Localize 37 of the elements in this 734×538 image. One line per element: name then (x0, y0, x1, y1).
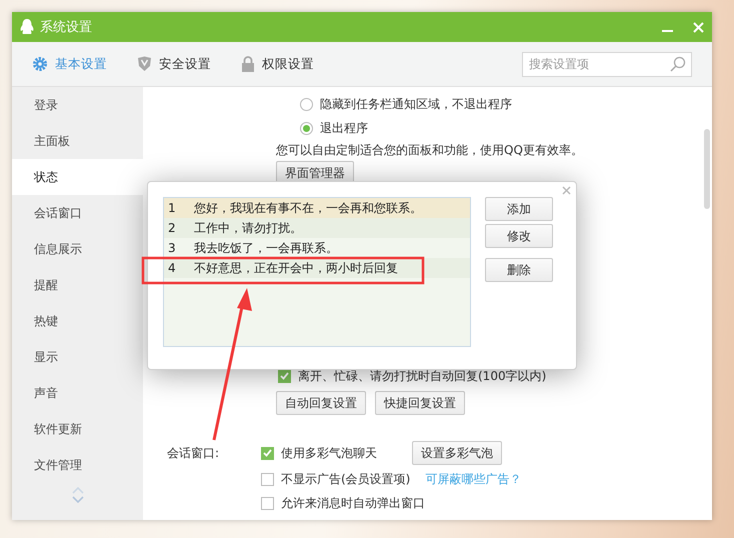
shield-icon (137, 56, 152, 72)
reply-list-item[interactable]: 4 不好意思，正在开会中，两小时后回复 (164, 258, 470, 278)
radio-label: 隐藏到任务栏通知区域，不退出程序 (320, 96, 512, 112)
search-field[interactable]: 搜索设置项 (522, 52, 692, 76)
checkbox-label: 使用多彩气泡聊天 (281, 444, 378, 462)
dialog-button[interactable]: 删除 (485, 258, 553, 282)
checkbox[interactable] (261, 472, 274, 486)
settings-tab[interactable]: 安全设置 (137, 56, 211, 72)
penguin-logo-icon (20, 19, 34, 35)
sidebar-item[interactable]: 状态 (12, 159, 143, 195)
checkbox-label: 允许来消息时自动弹出窗口 (281, 494, 425, 512)
radio-button[interactable] (300, 122, 313, 134)
reply-list-item[interactable]: 1 您好，我现在有事不在，一会再和您联系。 (164, 198, 470, 218)
radio-label: 退出程序 (320, 120, 368, 136)
reply-list-item[interactable]: 2 工作中，请勿打扰。 (164, 218, 470, 238)
window-title: 系统设置 (40, 19, 93, 36)
checkbox[interactable] (261, 446, 274, 460)
settings-icon (32, 56, 48, 72)
reply-settings-button[interactable]: 自动回复设置 (276, 391, 366, 415)
checkbox-label: 离开、忙碌、请勿打扰时自动回复(100字以内) (298, 368, 546, 384)
close-icon[interactable] (562, 186, 571, 195)
bubble-settings-button[interactable]: 设置多彩气泡 (412, 441, 502, 465)
lock-icon (241, 56, 255, 72)
checkbox[interactable] (278, 370, 291, 382)
chevron-up-icon[interactable] (72, 487, 84, 494)
checkbox[interactable] (261, 496, 274, 510)
dialog-button[interactable]: 添加 (485, 197, 553, 221)
panel-hint-text: 您可以自由定制适合您的面板和功能，使用QQ更有效率。 (276, 142, 583, 158)
settings-tab[interactable]: 权限设置 (241, 56, 314, 72)
chevron-down-icon[interactable] (72, 496, 84, 503)
reply-settings-button[interactable]: 快捷回复设置 (375, 391, 465, 415)
checkbox-label: 不显示广告(会员设置项) (281, 470, 410, 488)
section-label: 会话窗口: (167, 444, 220, 462)
radio-button[interactable] (300, 98, 313, 110)
dialog-button[interactable]: 修改 (485, 224, 553, 248)
scrollbar-thumb[interactable] (704, 129, 710, 209)
search-icon[interactable] (670, 56, 686, 72)
